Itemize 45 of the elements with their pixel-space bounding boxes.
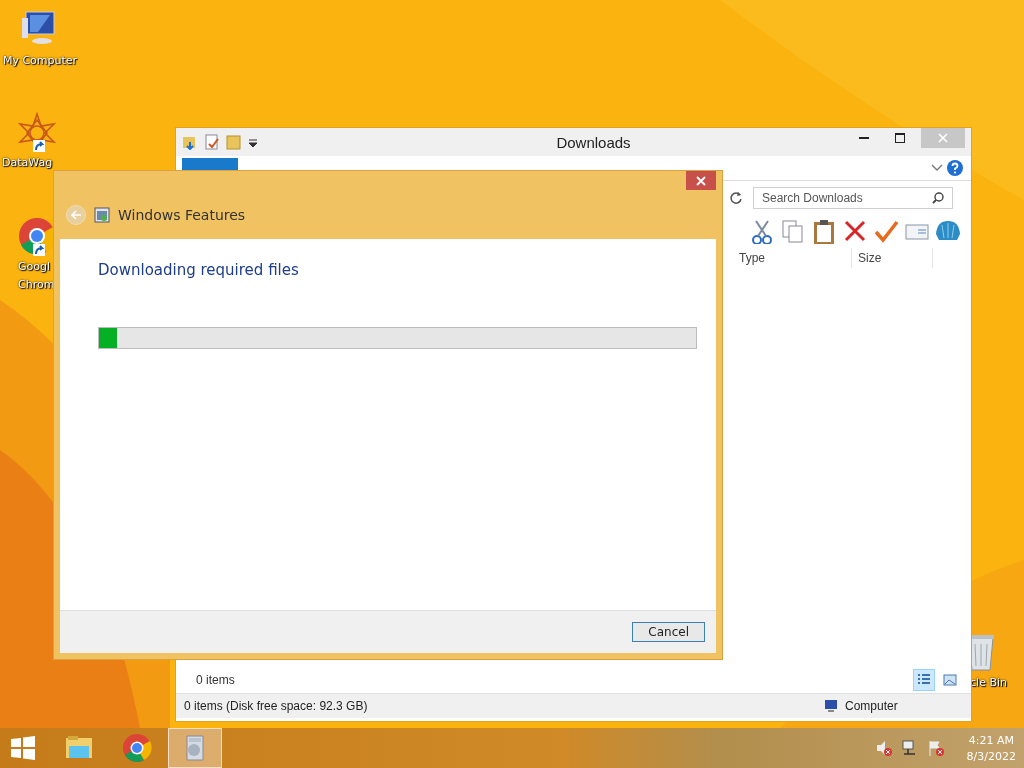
clock-time[interactable]: 4:21 AM — [966, 733, 1016, 747]
back-arrow-icon — [70, 209, 82, 221]
properties-icon — [204, 134, 220, 150]
close-icon — [938, 133, 948, 143]
scissors-icon — [749, 218, 775, 244]
clipboard-icon — [811, 218, 837, 244]
copy-icon — [780, 218, 806, 244]
flag-icon — [926, 739, 945, 757]
back-button[interactable] — [66, 205, 86, 225]
search-icon — [932, 192, 944, 204]
folder-icon — [182, 134, 198, 150]
icon-label[interactable]: My Computer — [2, 54, 78, 67]
icon-label[interactable]: Googl — [18, 260, 51, 274]
computer-icon — [823, 698, 839, 714]
column-header[interactable]: Size — [852, 248, 933, 268]
folder-icon — [226, 134, 242, 150]
dialog-title: Windows Features — [118, 207, 246, 223]
taskbar-button[interactable] — [168, 728, 222, 768]
features-icon — [94, 207, 110, 223]
image-icon — [942, 672, 958, 688]
delete-x-icon — [842, 218, 868, 244]
shortcut-arrow-icon — [33, 244, 45, 256]
details-view-button[interactable] — [913, 669, 935, 691]
status-text: 0 items (Disk free space: 92.3 GB) — [184, 699, 368, 713]
close-button[interactable] — [686, 171, 716, 190]
icon-label[interactable]: DataWag — [2, 156, 53, 169]
windows-start-icon — [8, 733, 38, 763]
close-icon — [696, 175, 706, 186]
muted-speaker-icon — [874, 739, 893, 757]
item-count: 0 items — [196, 673, 235, 687]
location-label: Computer — [845, 699, 899, 713]
clock-date[interactable]: 8/3/2022 — [966, 749, 1016, 763]
checkmark-icon — [873, 218, 899, 244]
search-field[interactable]: Search Downloads — [753, 187, 953, 209]
help-icon — [947, 160, 963, 176]
expand-chevron-icon — [931, 163, 943, 173]
window-title: Downloads — [555, 133, 632, 151]
refresh-icon — [729, 191, 743, 205]
column-header[interactable]: Type — [733, 248, 852, 268]
icon-label[interactable]: cle Bin — [970, 676, 1007, 689]
maximize-icon — [895, 133, 905, 143]
chrome-icon — [121, 732, 153, 764]
cancel-button[interactable]: Cancel — [632, 622, 705, 642]
status-heading: Downloading required files — [98, 261, 300, 279]
shortcut-arrow-icon — [33, 140, 45, 152]
